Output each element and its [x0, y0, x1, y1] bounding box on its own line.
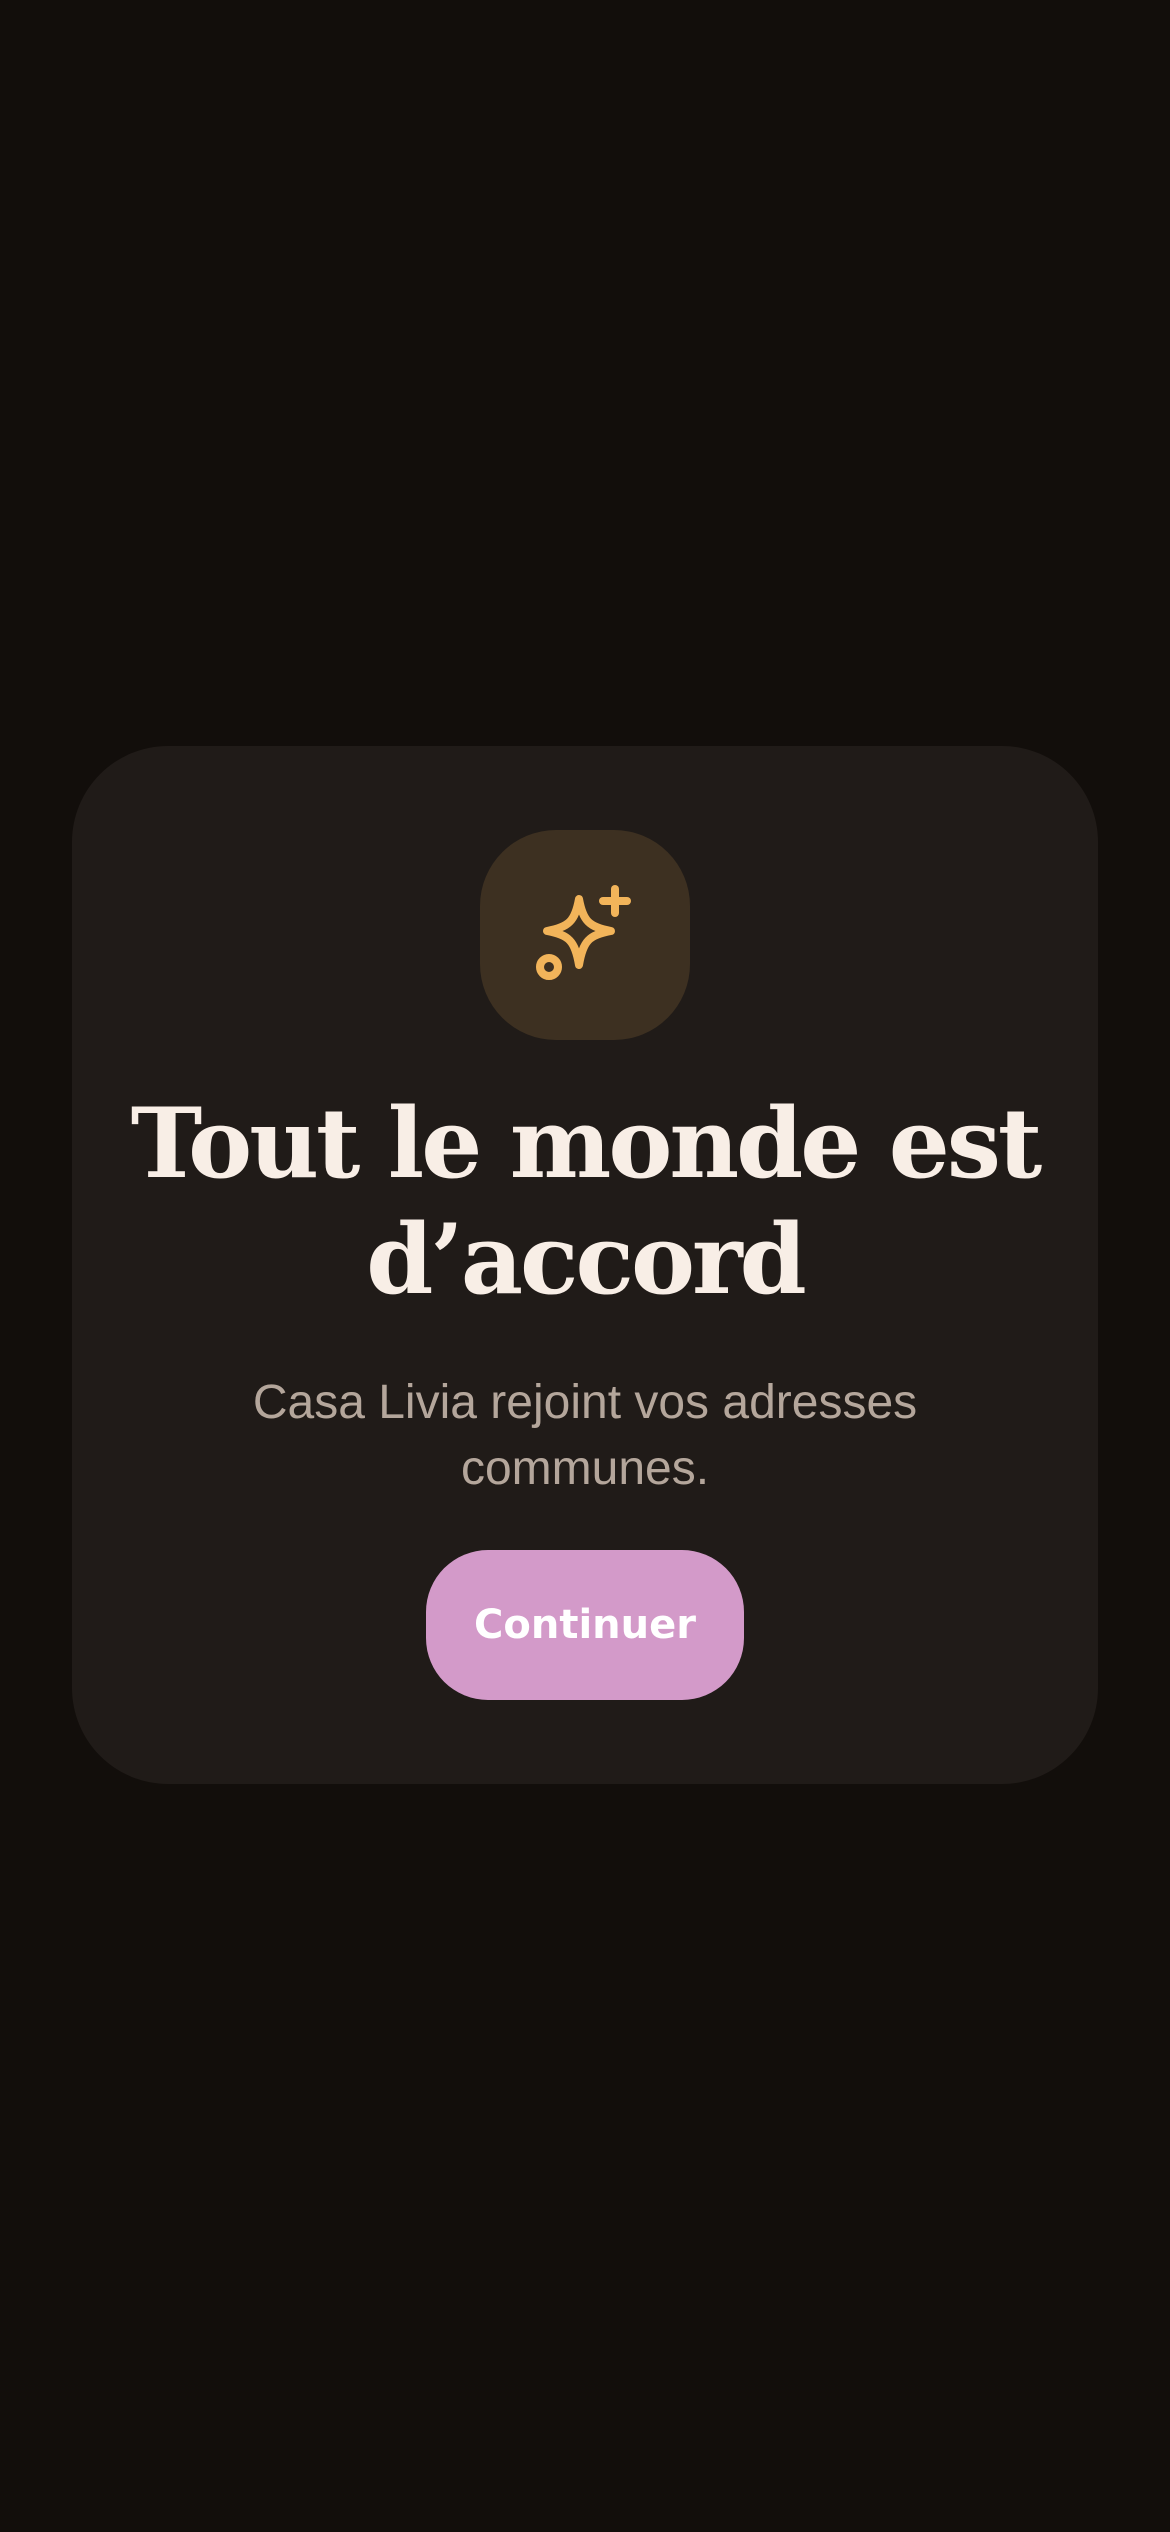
confirmation-card: Tout le monde est d’accord Casa Livia re…: [72, 746, 1098, 1784]
screen-background: Tout le monde est d’accord Casa Livia re…: [0, 0, 1170, 2532]
dialog-message: Casa Livia rejoint vos adresses communes…: [252, 1376, 918, 1495]
sparkles-icon: [536, 885, 631, 980]
icon-tile: [480, 830, 690, 1040]
continue-button[interactable]: Continuer: [426, 1550, 744, 1700]
dialog-title: Tout le monde est d’accord: [130, 1087, 1042, 1316]
